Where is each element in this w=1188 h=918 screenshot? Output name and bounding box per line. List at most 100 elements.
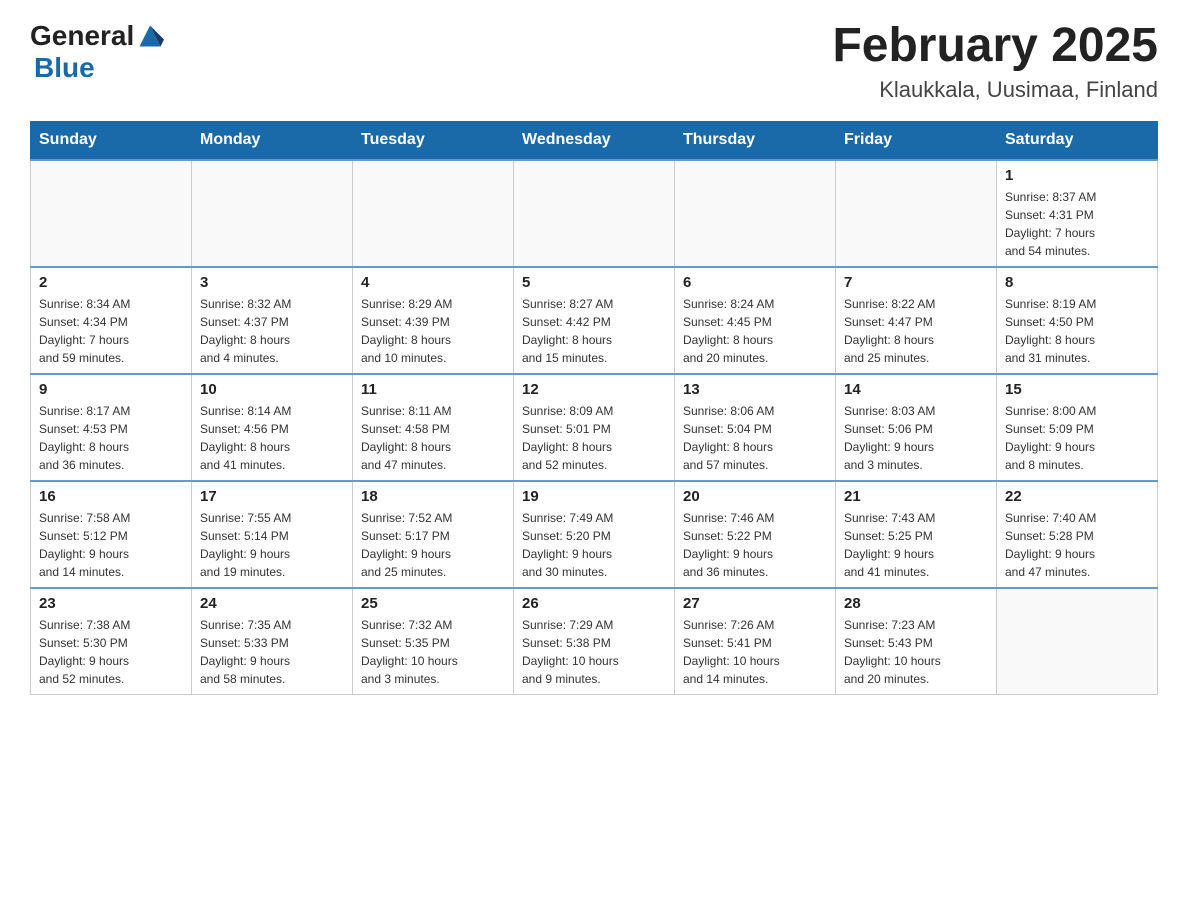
logo-blue-text: Blue bbox=[34, 52, 95, 83]
calendar-day-cell: 10 Sunrise: 8:14 AM Sunset: 4:56 PM Dayli… bbox=[192, 374, 353, 481]
calendar-day-cell: 22 Sunrise: 7:40 AM Sunset: 5:28 PM Dayli… bbox=[997, 481, 1158, 588]
calendar-day-header: Thursday bbox=[675, 121, 836, 160]
calendar-day-header: Tuesday bbox=[353, 121, 514, 160]
day-info: Sunrise: 8:27 AM Sunset: 4:42 PM Dayligh… bbox=[522, 295, 666, 367]
day-number: 21 bbox=[844, 488, 988, 505]
day-info: Sunrise: 8:34 AM Sunset: 4:34 PM Dayligh… bbox=[39, 295, 183, 367]
day-info: Sunrise: 7:49 AM Sunset: 5:20 PM Dayligh… bbox=[522, 509, 666, 581]
calendar-week-row: 2 Sunrise: 8:34 AM Sunset: 4:34 PM Daylig… bbox=[31, 267, 1158, 374]
day-info: Sunrise: 7:40 AM Sunset: 5:28 PM Dayligh… bbox=[1005, 509, 1149, 581]
calendar-day-cell bbox=[836, 160, 997, 267]
calendar-day-cell: 27 Sunrise: 7:26 AM Sunset: 5:41 PM Dayli… bbox=[675, 588, 836, 695]
calendar-day-cell: 8 Sunrise: 8:19 AM Sunset: 4:50 PM Daylig… bbox=[997, 267, 1158, 374]
day-info: Sunrise: 7:58 AM Sunset: 5:12 PM Dayligh… bbox=[39, 509, 183, 581]
calendar-day-cell: 24 Sunrise: 7:35 AM Sunset: 5:33 PM Dayli… bbox=[192, 588, 353, 695]
calendar-day-cell bbox=[514, 160, 675, 267]
day-number: 10 bbox=[200, 381, 344, 398]
day-info: Sunrise: 8:24 AM Sunset: 4:45 PM Dayligh… bbox=[683, 295, 827, 367]
day-number: 11 bbox=[361, 381, 505, 398]
day-number: 13 bbox=[683, 381, 827, 398]
calendar-day-cell: 19 Sunrise: 7:49 AM Sunset: 5:20 PM Dayli… bbox=[514, 481, 675, 588]
day-info: Sunrise: 8:37 AM Sunset: 4:31 PM Dayligh… bbox=[1005, 188, 1149, 260]
day-info: Sunrise: 7:35 AM Sunset: 5:33 PM Dayligh… bbox=[200, 616, 344, 688]
day-info: Sunrise: 8:09 AM Sunset: 5:01 PM Dayligh… bbox=[522, 402, 666, 474]
calendar-day-cell: 18Sunrise: 7:52 AM Sunset: 5:17 PM Dayli… bbox=[353, 481, 514, 588]
day-number: 17 bbox=[200, 488, 344, 505]
calendar-day-cell bbox=[192, 160, 353, 267]
day-number: 5 bbox=[522, 274, 666, 291]
calendar-day-cell bbox=[353, 160, 514, 267]
calendar-week-row: 16 Sunrise: 7:58 AM Sunset: 5:12 PM Dayli… bbox=[31, 481, 1158, 588]
day-info: Sunrise: 8:00 AM Sunset: 5:09 PM Dayligh… bbox=[1005, 402, 1149, 474]
calendar-header-row: SundayMondayTuesdayWednesdayThursdayFrid… bbox=[31, 121, 1158, 160]
day-info: Sunrise: 7:43 AM Sunset: 5:25 PM Dayligh… bbox=[844, 509, 988, 581]
calendar-day-header: Sunday bbox=[31, 121, 192, 160]
calendar-table: SundayMondayTuesdayWednesdayThursdayFrid… bbox=[30, 121, 1158, 695]
day-number: 20 bbox=[683, 488, 827, 505]
calendar-day-cell: 25Sunrise: 7:32 AM Sunset: 5:35 PM Dayli… bbox=[353, 588, 514, 695]
calendar-day-cell: 9 Sunrise: 8:17 AM Sunset: 4:53 PM Daylig… bbox=[31, 374, 192, 481]
calendar-day-cell: 17Sunrise: 7:55 AM Sunset: 5:14 PM Dayli… bbox=[192, 481, 353, 588]
day-number: 19 bbox=[522, 488, 666, 505]
calendar-week-row: 9 Sunrise: 8:17 AM Sunset: 4:53 PM Daylig… bbox=[31, 374, 1158, 481]
day-number: 6 bbox=[683, 274, 827, 291]
day-number: 1 bbox=[1005, 167, 1149, 184]
day-info: Sunrise: 8:03 AM Sunset: 5:06 PM Dayligh… bbox=[844, 402, 988, 474]
day-info: Sunrise: 7:38 AM Sunset: 5:30 PM Dayligh… bbox=[39, 616, 183, 688]
day-number: 22 bbox=[1005, 488, 1149, 505]
day-number: 2 bbox=[39, 274, 183, 291]
day-info: Sunrise: 8:17 AM Sunset: 4:53 PM Dayligh… bbox=[39, 402, 183, 474]
calendar-day-cell: 4 Sunrise: 8:29 AM Sunset: 4:39 PM Daylig… bbox=[353, 267, 514, 374]
day-number: 14 bbox=[844, 381, 988, 398]
calendar-day-header: Saturday bbox=[997, 121, 1158, 160]
day-number: 16 bbox=[39, 488, 183, 505]
day-info: Sunrise: 8:22 AM Sunset: 4:47 PM Dayligh… bbox=[844, 295, 988, 367]
day-number: 27 bbox=[683, 595, 827, 612]
day-number: 12 bbox=[522, 381, 666, 398]
day-info: Sunrise: 8:19 AM Sunset: 4:50 PM Dayligh… bbox=[1005, 295, 1149, 367]
day-info: Sunrise: 7:46 AM Sunset: 5:22 PM Dayligh… bbox=[683, 509, 827, 581]
month-title: February 2025 bbox=[832, 20, 1158, 73]
calendar-day-cell: 23 Sunrise: 7:38 AM Sunset: 5:30 PM Dayli… bbox=[31, 588, 192, 695]
logo: General Blue bbox=[30, 20, 164, 84]
calendar-day-cell: 2 Sunrise: 8:34 AM Sunset: 4:34 PM Daylig… bbox=[31, 267, 192, 374]
calendar-day-header: Friday bbox=[836, 121, 997, 160]
calendar-day-header: Wednesday bbox=[514, 121, 675, 160]
day-number: 23 bbox=[39, 595, 183, 612]
day-info: Sunrise: 8:29 AM Sunset: 4:39 PM Dayligh… bbox=[361, 295, 505, 367]
day-number: 7 bbox=[844, 274, 988, 291]
logo-icon bbox=[136, 22, 164, 50]
calendar-day-cell: 26 Sunrise: 7:29 AM Sunset: 5:38 PM Dayli… bbox=[514, 588, 675, 695]
calendar-day-cell: 3Sunrise: 8:32 AM Sunset: 4:37 PM Daylig… bbox=[192, 267, 353, 374]
day-number: 4 bbox=[361, 274, 505, 291]
calendar-day-cell: 6 Sunrise: 8:24 AM Sunset: 4:45 PM Daylig… bbox=[675, 267, 836, 374]
calendar-day-cell: 14 Sunrise: 8:03 AM Sunset: 5:06 PM Dayli… bbox=[836, 374, 997, 481]
day-number: 9 bbox=[39, 381, 183, 398]
calendar-day-cell bbox=[31, 160, 192, 267]
calendar-day-cell: 1 Sunrise: 8:37 AM Sunset: 4:31 PM Daylig… bbox=[997, 160, 1158, 267]
day-number: 24 bbox=[200, 595, 344, 612]
calendar-day-cell: 13 Sunrise: 8:06 AM Sunset: 5:04 PM Dayli… bbox=[675, 374, 836, 481]
day-number: 15 bbox=[1005, 381, 1149, 398]
day-info: Sunrise: 7:23 AM Sunset: 5:43 PM Dayligh… bbox=[844, 616, 988, 688]
calendar-week-row: 1 Sunrise: 8:37 AM Sunset: 4:31 PM Daylig… bbox=[31, 160, 1158, 267]
day-info: Sunrise: 8:14 AM Sunset: 4:56 PM Dayligh… bbox=[200, 402, 344, 474]
calendar-day-cell: 21 Sunrise: 7:43 AM Sunset: 5:25 PM Dayli… bbox=[836, 481, 997, 588]
calendar-day-cell: 7 Sunrise: 8:22 AM Sunset: 4:47 PM Daylig… bbox=[836, 267, 997, 374]
calendar-day-cell: 5 Sunrise: 8:27 AM Sunset: 4:42 PM Daylig… bbox=[514, 267, 675, 374]
day-number: 8 bbox=[1005, 274, 1149, 291]
day-info: Sunrise: 7:32 AM Sunset: 5:35 PM Dayligh… bbox=[361, 616, 505, 688]
title-area: February 2025 Klaukkala, Uusimaa, Finlan… bbox=[832, 20, 1158, 103]
logo-general-text: General bbox=[30, 20, 134, 52]
calendar-day-cell bbox=[675, 160, 836, 267]
calendar-day-cell: 11Sunrise: 8:11 AM Sunset: 4:58 PM Dayli… bbox=[353, 374, 514, 481]
day-number: 28 bbox=[844, 595, 988, 612]
day-number: 26 bbox=[522, 595, 666, 612]
day-info: Sunrise: 8:06 AM Sunset: 5:04 PM Dayligh… bbox=[683, 402, 827, 474]
day-number: 18 bbox=[361, 488, 505, 505]
day-info: Sunrise: 7:26 AM Sunset: 5:41 PM Dayligh… bbox=[683, 616, 827, 688]
day-info: Sunrise: 8:32 AM Sunset: 4:37 PM Dayligh… bbox=[200, 295, 344, 367]
calendar-day-cell: 16 Sunrise: 7:58 AM Sunset: 5:12 PM Dayli… bbox=[31, 481, 192, 588]
calendar-week-row: 23 Sunrise: 7:38 AM Sunset: 5:30 PM Dayli… bbox=[31, 588, 1158, 695]
day-info: Sunrise: 7:29 AM Sunset: 5:38 PM Dayligh… bbox=[522, 616, 666, 688]
